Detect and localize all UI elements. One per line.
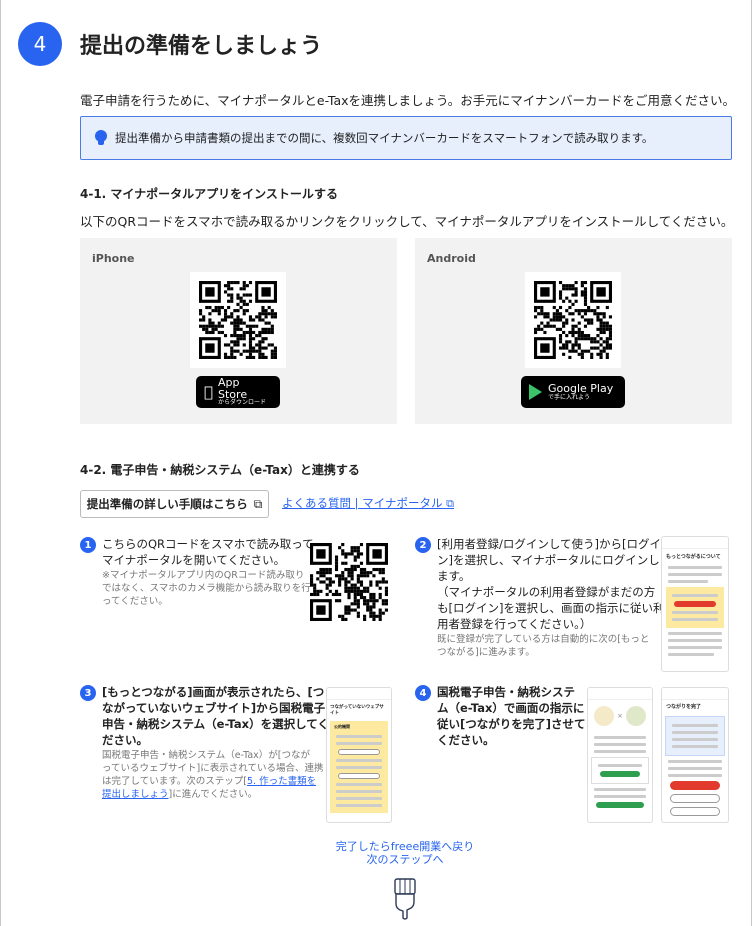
step-1-text: マイナポータルを開いてください。: [102, 553, 286, 567]
google-play-button[interactable]: Google Play で手に入れよう: [521, 376, 625, 408]
google-play-main-label: Google Play: [548, 382, 614, 396]
info-note-text: 提出準備から申請書類の提出までの間に、複数回マイナンバーカードをスマートフォンで…: [115, 131, 654, 145]
step-2-text: 用者登録を行ってください。）: [437, 617, 592, 631]
section-heading-install: 4-1. マイナポータルアプリをインストールする: [80, 187, 338, 201]
detail-procedure-label: 提出準備の詳しい手順はこちら: [86, 497, 248, 511]
step-2-note: つながる]に進みます。: [437, 647, 535, 658]
external-link-icon: ⧉: [253, 496, 263, 511]
step-3-badge: 3: [80, 685, 96, 701]
step-2-note: 既に登録が完了している方は自動的に次の[もっと: [437, 634, 650, 645]
app-store-button[interactable]:  App Store からダウンロード: [196, 376, 280, 408]
apple-icon: : [204, 383, 213, 401]
step-3-note: っているウェブサイト]に表示されている場合、連携: [102, 763, 324, 774]
android-label: Android: [427, 252, 476, 265]
step-2-text: （マイナポータルの利用者登録がまだの方: [437, 585, 656, 599]
google-play-sub-label: で手に入れよう: [548, 393, 591, 401]
android-install-box: Android Google Play で手に入れよう: [415, 238, 732, 424]
step-4-text: 国税電子申告・納税システ: [437, 685, 575, 699]
section-heading-etax: 4-2. 電子申告・納税システム（e-Tax）と連携する: [80, 463, 360, 477]
phone-screenshot-step-4a: ×: [587, 687, 653, 823]
step-3-note: ]に進んでください。: [168, 789, 258, 800]
phone-screenshot-step-2: もっとつながるについて: [661, 536, 729, 672]
return-to-freee-link[interactable]: 完了したらfreee開業へ戻り 次のステップへ: [300, 840, 510, 866]
iphone-label: iPhone: [92, 252, 135, 265]
step-1-note: ってください。: [102, 596, 168, 607]
step-1-note: ※マイナポータルアプリ内のQRコード読み取り: [102, 570, 305, 581]
lightbulb-icon: [95, 130, 107, 146]
phone-screen-section: 公的機関: [334, 724, 350, 729]
step-2-text: ン]を選択し、マイナポータルにログインし: [437, 553, 660, 567]
step-1-text: こちらのQRコードをスマホで読み取って: [102, 537, 314, 551]
phone-screen-title: つながっていないウェブサイト: [330, 705, 384, 716]
instruction-step-4: 4 国税電子申告・納税システ ム（e-Tax）で画面の指示に 従い[つながりを完…: [415, 684, 586, 748]
iphone-install-box: iPhone  App Store からダウンロード: [80, 238, 397, 424]
faq-link[interactable]: よくある質問 | マイナポータル ⧉: [282, 495, 454, 511]
android-qr-code: [525, 272, 621, 368]
step-2-text: [利用者登録/ログインして使う]から[ログイ: [437, 537, 661, 551]
step-3-text: 申告・納税システム（e-Tax）を選択してく: [102, 717, 329, 731]
return-link-line-1: 完了したらfreee開業へ戻り: [335, 840, 475, 853]
instruction-step-3: 3 [もっとつながる]画面が表示されたら、[つ ながっていないウェブサイト]から…: [80, 684, 329, 801]
phone-screenshot-step-3: つながっていないウェブサイト 公的機関: [326, 687, 392, 823]
instruction-step-2: 2 [利用者登録/ログインして使う]から[ログイ ン]を選択し、マイナポータルに…: [415, 536, 664, 659]
step-3-text: ながっていないウェブサイト]から国税電子: [102, 701, 326, 715]
step-number-badge: 4: [18, 22, 62, 66]
info-note: 提出準備から申請書類の提出までの間に、複数回マイナンバーカードをスマートフォンで…: [80, 116, 732, 160]
step-1-badge: 1: [80, 537, 96, 553]
step-2-text: ます。: [437, 569, 471, 583]
app-store-sub-label: からダウンロード: [209, 393, 266, 407]
step-4-text: ください。: [437, 733, 495, 747]
external-link-icon: ⧉: [446, 497, 454, 510]
step-3-text: ださい。: [102, 733, 148, 747]
iphone-qr-code: [190, 272, 286, 368]
return-link-line-2: 次のステップへ: [366, 853, 444, 866]
submit-documents-link[interactable]: 提出しましょう: [102, 789, 169, 800]
step-4-badge: 4: [415, 685, 431, 701]
phone-screen-title: もっとつながるについて: [666, 554, 721, 560]
google-play-icon: [529, 384, 542, 400]
pointing-hand-icon: [394, 878, 416, 920]
myna-portal-qr-code: [310, 543, 388, 621]
step-title: 提出の準備をしましょう: [80, 34, 323, 59]
detail-procedure-button[interactable]: 提出準備の詳しい手順はこちら ⧉: [80, 490, 269, 518]
step-2-text: も[ログイン]を選択し、画面の指示に従い利: [437, 601, 665, 615]
step-3-text: [もっとつながる]画面が表示されたら、[つ: [102, 685, 325, 699]
step-2-badge: 2: [415, 537, 431, 553]
app-store-main-label: App Store: [209, 377, 264, 400]
section-description-install: 以下のQRコードをスマホで読み取るかリンクをクリックして、マイナポータルアプリを…: [80, 214, 734, 229]
faq-link-label: よくある質問 | マイナポータル: [282, 496, 443, 510]
step-3-note: は完了しています。次のステップ[: [102, 776, 247, 787]
step-4-text: 従い[つながりを完了]させて: [437, 717, 586, 731]
instruction-step-1: 1 こちらのQRコードをスマホで読み取って マイナポータルを開いてください。 ※…: [80, 536, 314, 608]
submit-documents-link[interactable]: 5. 作った書類を: [247, 776, 316, 787]
step-3-note: 国税電子申告・納税システム（e-Tax）が[つなが: [102, 750, 310, 761]
step-1-note: ではなく、スマホのカメラ機能から読み取りを行: [102, 583, 311, 594]
step-header: 4 提出の準備をしましょう: [18, 22, 322, 66]
step-4-text: ム（e-Tax）で画面の指示に: [437, 701, 585, 715]
phone-screenshot-step-4b: つながりを完了: [661, 687, 729, 823]
phone-screen-title: つながりを完了: [666, 704, 702, 710]
intro-text: 電子申請を行うために、マイナポータルとe-Taxを連携しましょう。お手元にマイナ…: [80, 93, 736, 108]
